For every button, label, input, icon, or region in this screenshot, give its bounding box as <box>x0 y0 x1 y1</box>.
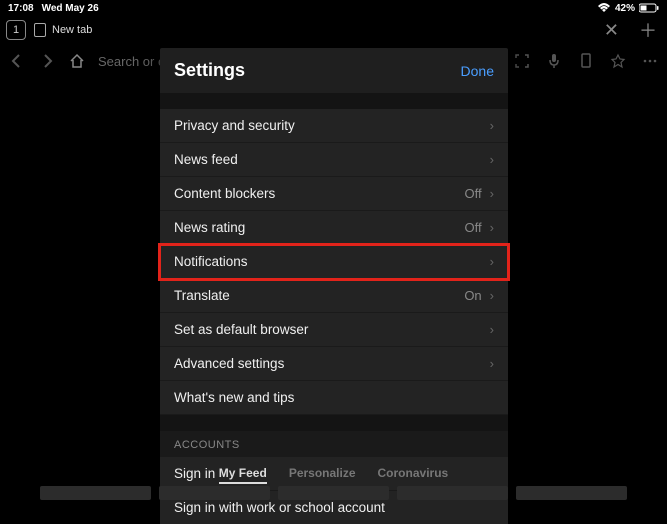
tab-bar: 1 New tab ✕ ＋ <box>0 16 667 44</box>
feed-tab-myfeed[interactable]: My Feed <box>219 466 267 484</box>
row-label: Advanced settings <box>174 356 284 371</box>
status-bar: 17:08 Wed May 26 42% <box>0 0 667 16</box>
row-value: Off <box>465 186 482 201</box>
row-label: Set as default browser <box>174 322 308 337</box>
chevron-right-icon: › <box>490 322 494 337</box>
feed-cards <box>0 486 667 500</box>
page-icon <box>34 23 46 37</box>
feed-card[interactable] <box>159 486 270 500</box>
feed-tabs: My Feed Personalize Coronavirus <box>0 466 667 484</box>
row-default-browser[interactable]: Set as default browser › <box>160 313 508 347</box>
new-tab-button[interactable]: ＋ <box>635 17 661 43</box>
feed-tab-coronavirus[interactable]: Coronavirus <box>378 466 449 484</box>
row-label: What's new and tips <box>174 390 294 405</box>
row-label: Notifications <box>174 254 248 269</box>
row-whats-new[interactable]: What's new and tips <box>160 381 508 415</box>
row-content-blockers[interactable]: Content blockers Off › <box>160 177 508 211</box>
feed-tab-personalize[interactable]: Personalize <box>289 466 356 484</box>
row-news-feed[interactable]: News feed › <box>160 143 508 177</box>
row-translate[interactable]: Translate On › <box>160 279 508 313</box>
chevron-right-icon: › <box>490 254 494 269</box>
more-icon[interactable] <box>641 52 659 70</box>
row-value: On <box>464 288 481 303</box>
chevron-right-icon: › <box>490 356 494 371</box>
row-news-rating[interactable]: News rating Off › <box>160 211 508 245</box>
battery-percent: 42% <box>615 3 635 14</box>
row-notifications[interactable]: Notifications › <box>160 245 508 279</box>
forward-button[interactable] <box>38 52 56 70</box>
favorites-icon[interactable] <box>609 52 627 70</box>
row-label: Translate <box>174 288 230 303</box>
row-label: Sign in with work or school account <box>174 500 385 515</box>
feed-card[interactable] <box>397 486 508 500</box>
accounts-header: ACCOUNTS <box>160 431 508 457</box>
feed-card[interactable] <box>278 486 389 500</box>
chevron-right-icon: › <box>490 152 494 167</box>
row-label: News rating <box>174 220 245 235</box>
back-button[interactable] <box>8 52 26 70</box>
chevron-right-icon: › <box>490 118 494 133</box>
device-icon[interactable] <box>577 52 595 70</box>
done-button[interactable]: Done <box>461 63 494 79</box>
row-label: News feed <box>174 152 238 167</box>
tab-label: New tab <box>52 24 92 36</box>
tab-count-value: 1 <box>13 24 19 36</box>
status-time: 17:08 <box>8 3 34 14</box>
row-label: Content blockers <box>174 186 275 201</box>
row-privacy-security[interactable]: Privacy and security › <box>160 109 508 143</box>
row-advanced-settings[interactable]: Advanced settings › <box>160 347 508 381</box>
chevron-right-icon: › <box>490 288 494 303</box>
battery-icon <box>639 3 659 13</box>
feed-card[interactable] <box>40 486 151 500</box>
status-date: Wed May 26 <box>42 3 99 14</box>
home-button[interactable] <box>68 52 86 70</box>
chevron-right-icon: › <box>490 186 494 201</box>
scan-icon[interactable] <box>513 52 531 70</box>
tab-count-button[interactable]: 1 <box>6 20 26 40</box>
settings-modal: Settings Done Privacy and security › New… <box>160 48 508 524</box>
close-tab-button[interactable]: ✕ <box>596 20 627 41</box>
chevron-right-icon: › <box>490 220 494 235</box>
current-tab[interactable]: New tab <box>34 23 92 37</box>
row-label: Privacy and security <box>174 118 295 133</box>
modal-title: Settings <box>174 60 245 81</box>
row-value: Off <box>465 220 482 235</box>
mic-icon[interactable] <box>545 52 563 70</box>
wifi-icon <box>597 3 611 13</box>
feed-card[interactable] <box>516 486 627 500</box>
